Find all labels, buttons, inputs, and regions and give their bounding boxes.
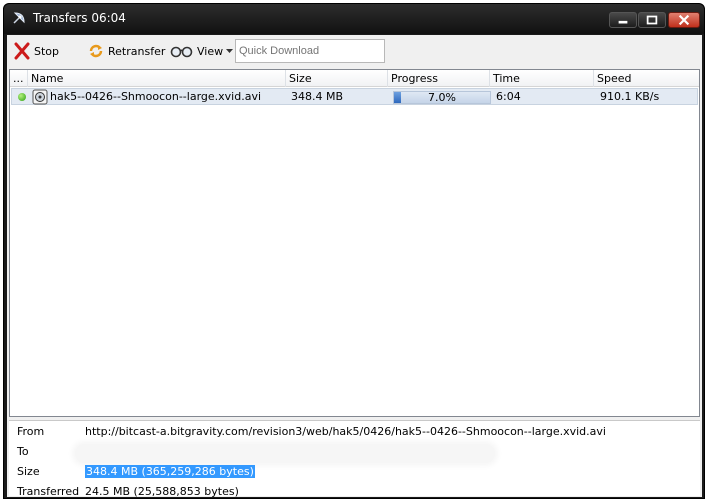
details-transferred-row: Transferred 24.5 MB (25,588,853 bytes): [9, 483, 700, 500]
progress-bar: 7.0%: [393, 91, 491, 104]
window-client: Stop Retransfer View Quick Download ... …: [7, 35, 702, 498]
maximize-icon: [646, 15, 658, 25]
title-bar[interactable]: Transfers 06:04: [4, 4, 704, 34]
green-status-dot-icon: [18, 93, 26, 101]
details-size-row: Size 348.4 MB (365,259,286 bytes): [9, 463, 700, 481]
minimize-button[interactable]: [609, 12, 637, 28]
transfer-name: hak5--0426--Shmoocon--large.xvid.avi: [50, 90, 262, 103]
view-label: View: [197, 44, 224, 58]
column-header-progress[interactable]: Progress: [388, 70, 490, 87]
minimize-icon: [618, 20, 628, 24]
transfer-time: 6:04: [496, 90, 521, 103]
close-button[interactable]: [668, 12, 700, 28]
transferred-label: Transferred: [17, 485, 80, 498]
retransfer-button[interactable]: Retransfer: [87, 40, 165, 62]
quick-download-input[interactable]: [235, 39, 385, 63]
transferred-value[interactable]: 24.5 MB (25,588,853 bytes): [85, 485, 239, 498]
size-label: Size: [17, 465, 40, 478]
window-title: Transfers 06:04: [33, 11, 126, 25]
from-label: From: [17, 425, 45, 438]
maximize-button[interactable]: [638, 12, 666, 28]
column-header-extra[interactable]: ...: [10, 70, 28, 87]
red-x-icon: [14, 42, 30, 60]
glasses-icon: [170, 46, 193, 58]
column-header-size[interactable]: Size: [286, 70, 388, 87]
transfers-list[interactable]: ... Name Size Progress Time Speed hak5--…: [9, 69, 700, 417]
progress-text: 7.0%: [428, 91, 456, 104]
details-panel: From http://bitcast-a.bitgravity.com/rev…: [9, 420, 700, 498]
stop-button[interactable]: Stop: [13, 40, 59, 62]
retransfer-label: Retransfer: [108, 44, 166, 58]
column-header-name[interactable]: Name: [28, 70, 286, 87]
details-from-row: From http://bitcast-a.bitgravity.com/rev…: [9, 423, 700, 441]
table-row[interactable]: hak5--0426--Shmoocon--large.xvid.avi 348…: [11, 88, 698, 105]
redacted-to-value: [75, 444, 495, 463]
transfer-speed: 910.1 KB/s: [600, 90, 660, 103]
refresh-arrows-icon: [89, 44, 103, 58]
column-header-speed[interactable]: Speed: [594, 70, 699, 87]
view-menu-button[interactable]: View: [170, 40, 234, 62]
stop-label: Stop: [34, 44, 60, 58]
media-file-icon: [32, 89, 48, 105]
transfer-size: 348.4 MB: [291, 90, 344, 103]
transfers-window: Transfers 06:04 Stop Retransfer View Qui…: [3, 3, 705, 499]
satellite-dish-icon: [13, 12, 25, 24]
chevron-down-icon: [226, 49, 234, 53]
size-value[interactable]: 348.4 MB (365,259,286 bytes): [85, 465, 255, 478]
details-to-row: To: [9, 443, 700, 463]
toolbar: Stop Retransfer View: [7, 35, 702, 68]
to-label: To: [17, 445, 29, 458]
from-value[interactable]: http://bitcast-a.bitgravity.com/revision…: [85, 425, 606, 438]
close-icon: [678, 14, 690, 26]
list-header: ... Name Size Progress Time Speed: [10, 70, 699, 87]
column-header-time[interactable]: Time: [490, 70, 594, 87]
